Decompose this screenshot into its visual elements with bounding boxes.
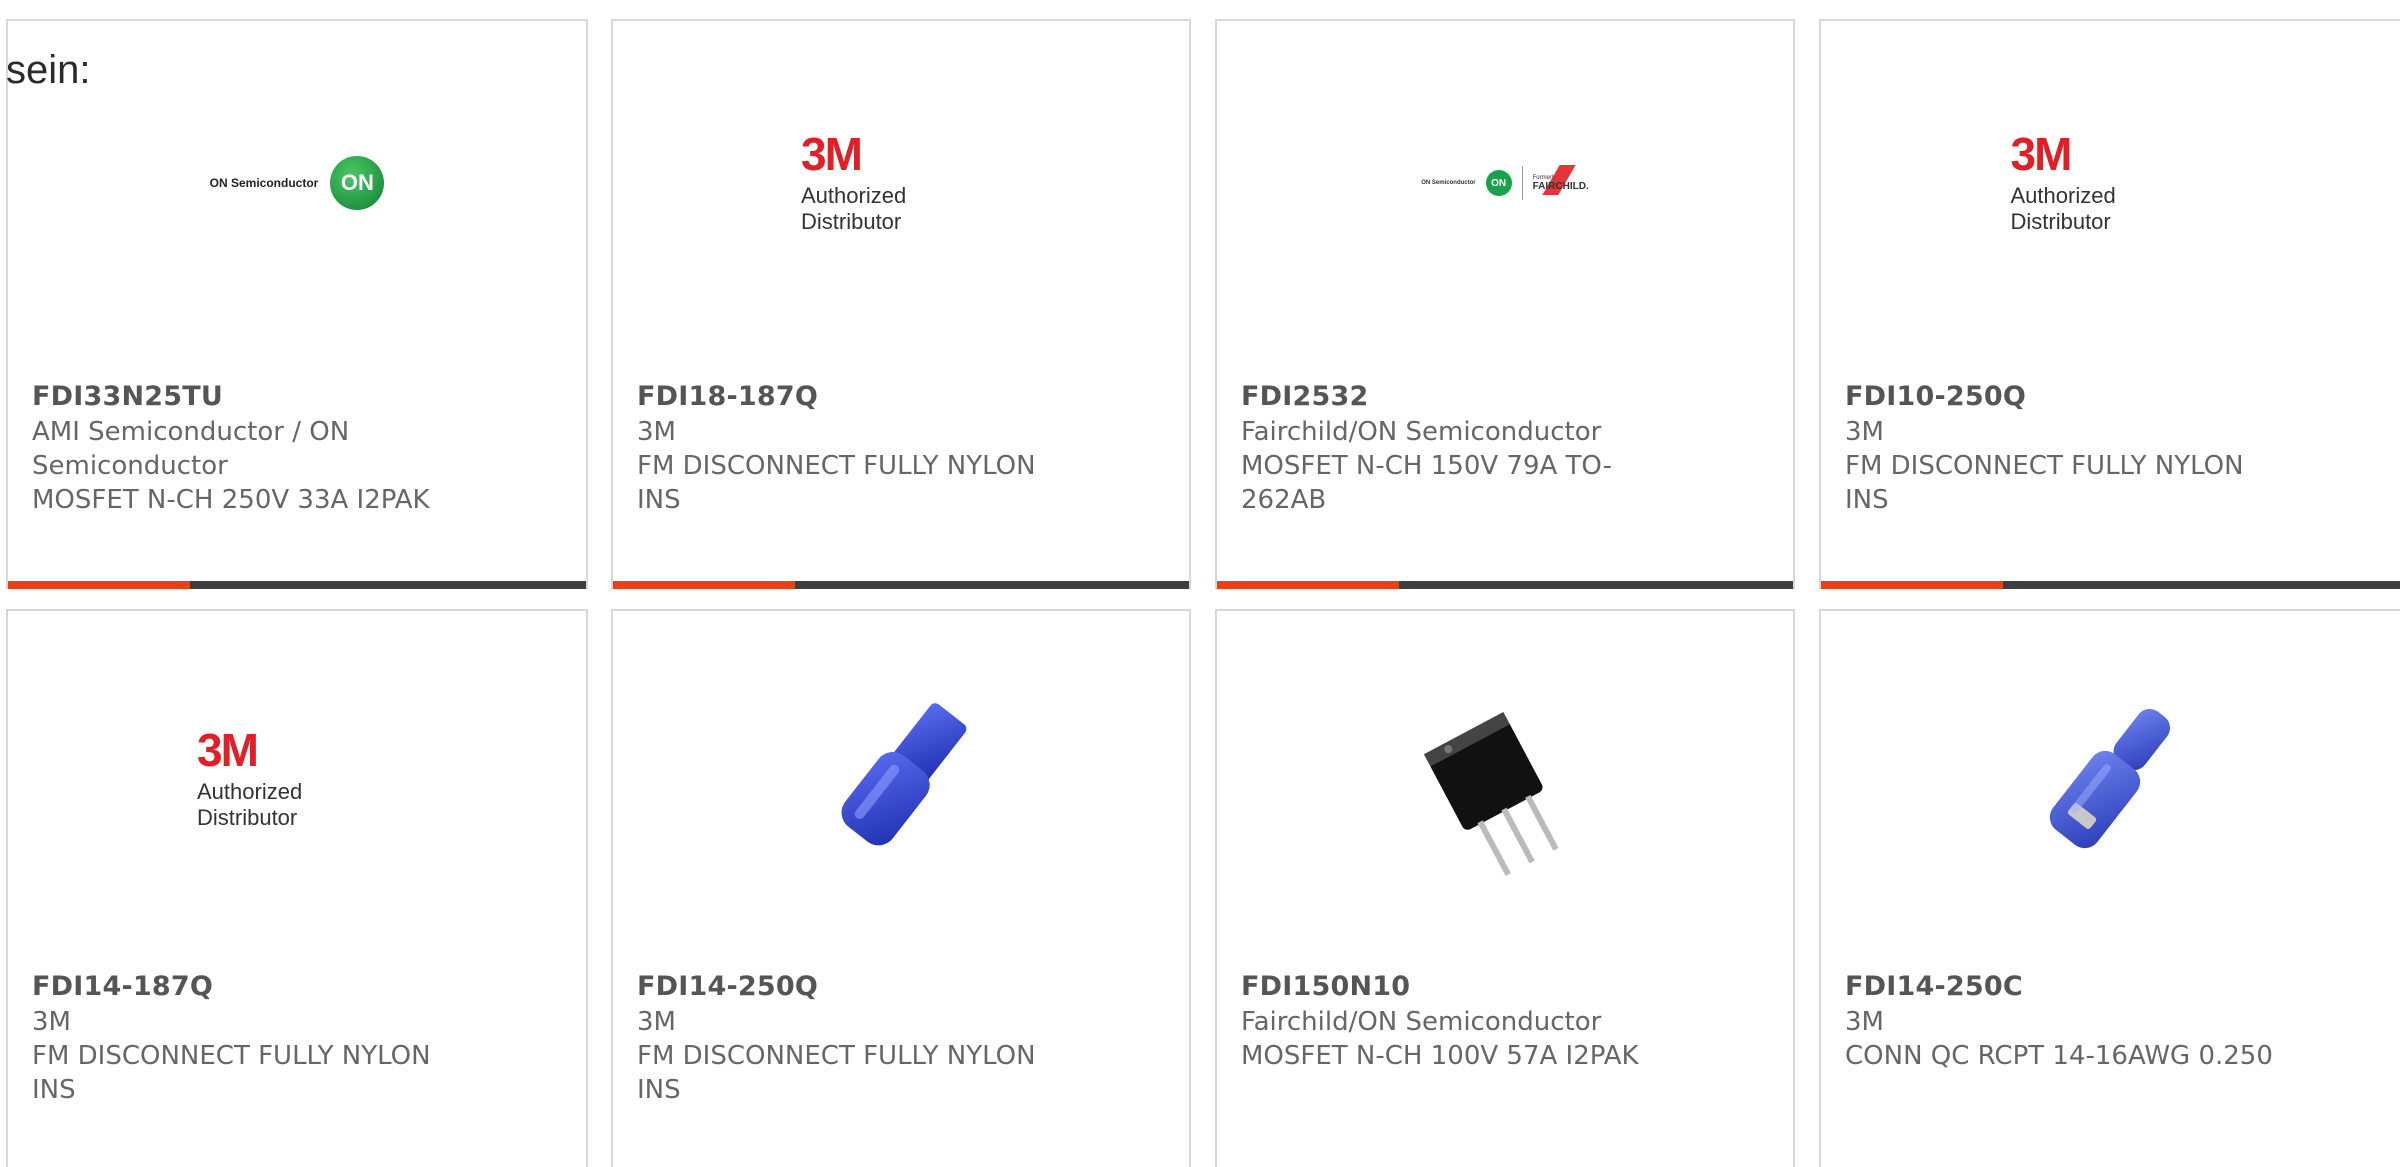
manufacturer: 3M FM DISCONNECT FULLY NYLON INS <box>1845 417 2244 515</box>
part-number[interactable]: FDI2532 <box>1241 381 1368 412</box>
3m-logo: 3M Authorized Distributor <box>801 128 907 234</box>
part-number[interactable]: FDI14-187Q <box>32 971 213 1002</box>
product-card[interactable]: 3M Authorized Distributor FDI14-187Q 3M … <box>6 609 588 1167</box>
card-bottom-bar <box>1821 581 2400 589</box>
product-grid: ON Semiconductor ON FDI33N25TU AMI Semic… <box>0 0 2400 1167</box>
product-card[interactable]: FDI150N10 Fairchild/ON Semiconductor MOS… <box>1215 609 1795 1167</box>
part-number[interactable]: FDI18-187Q <box>637 381 818 412</box>
manufacturer: Fairchild/ON Semiconductor MOSFET N-CH 1… <box>1241 415 1671 517</box>
description: FM DISCONNECT FULLY NYLON INS <box>637 451 1036 515</box>
description: FM DISCONNECT FULLY NYLON INS <box>637 1041 1036 1105</box>
part-number[interactable]: FDI14-250Q <box>637 971 818 1002</box>
manufacturer: 3M FM DISCONNECT FULLY NYLON INS <box>637 417 1036 515</box>
card-bottom-bar <box>613 581 1189 589</box>
description: MOSFET N-CH 100V 57A I2PAK <box>1241 1041 1639 1071</box>
manufacturer: 3M FM DISCONNECT FULLY NYLON INS <box>32 1007 431 1105</box>
part-number[interactable]: FDI33N25TU <box>32 381 223 412</box>
part-number[interactable]: FDI150N10 <box>1241 971 1410 1002</box>
product-image <box>2011 679 2211 879</box>
description: FM DISCONNECT FULLY NYLON INS <box>1845 451 2244 515</box>
manufacturer: AMI Semiconductor / ON Semiconductor MOS… <box>32 415 462 517</box>
manufacturer: 3M CONN QC RCPT 14-16AWG 0.250 <box>1845 1005 2275 1073</box>
product-image: 3M Authorized Distributor <box>197 679 397 879</box>
on-semiconductor-logo: ON Semiconductor ON <box>210 156 385 210</box>
part-number[interactable]: FDI14-250C <box>1845 971 2023 1002</box>
intro-text: sein: <box>6 48 91 92</box>
description: MOSFET N-CH 150V 79A TO-262AB <box>1241 451 1612 515</box>
product-image <box>1405 679 1605 879</box>
description: FM DISCONNECT FULLY NYLON INS <box>32 1041 431 1105</box>
product-image: 3M Authorized Distributor <box>2011 83 2211 283</box>
product-card[interactable]: ON Semiconductor ON Formerly FAIRCHILD. F… <box>1215 19 1795 589</box>
card-bottom-bar <box>8 581 586 589</box>
product-card[interactable]: FDI14-250Q 3M FM DISCONNECT FULLY NYLON … <box>611 609 1191 1167</box>
on-fairchild-logo: ON Semiconductor ON Formerly FAIRCHILD. <box>1421 164 1589 200</box>
card-bottom-bar <box>1217 581 1793 589</box>
manufacturer: Fairchild/ON Semiconductor MOSFET N-CH 1… <box>1241 1005 1671 1073</box>
manufacturer: 3M FM DISCONNECT FULLY NYLON INS <box>637 1007 1036 1105</box>
product-image: ON Semiconductor ON Formerly FAIRCHILD. <box>1405 83 1605 283</box>
description: MOSFET N-CH 250V 33A I2PAK <box>32 485 430 515</box>
mosfet-package-photo <box>1423 711 1559 877</box>
product-grid-page: sein: ON Semiconductor ON FDI33N25TU AMI… <box>0 0 2400 1167</box>
part-number[interactable]: FDI10-250Q <box>1845 381 2026 412</box>
product-card[interactable]: ON Semiconductor ON FDI33N25TU AMI Semic… <box>6 19 588 589</box>
3m-logo: 3M Authorized Distributor <box>197 724 303 830</box>
product-card[interactable]: 3M Authorized Distributor FDI18-187Q 3M … <box>611 19 1191 589</box>
product-image: 3M Authorized Distributor <box>801 83 1001 283</box>
product-card[interactable]: FDI14-250C 3M CONN QC RCPT 14-16AWG 0.25… <box>1819 609 2400 1167</box>
product-image: ON Semiconductor ON <box>197 83 397 283</box>
description: CONN QC RCPT 14-16AWG 0.250 <box>1845 1041 2273 1071</box>
blue-connector-photo <box>841 703 967 846</box>
product-image <box>801 679 1001 879</box>
product-card[interactable]: 3M Authorized Distributor FDI10-250Q 3M … <box>1819 19 2400 589</box>
blue-receptacle-photo <box>2049 708 2170 849</box>
3m-logo: 3M Authorized Distributor <box>2010 128 2116 234</box>
